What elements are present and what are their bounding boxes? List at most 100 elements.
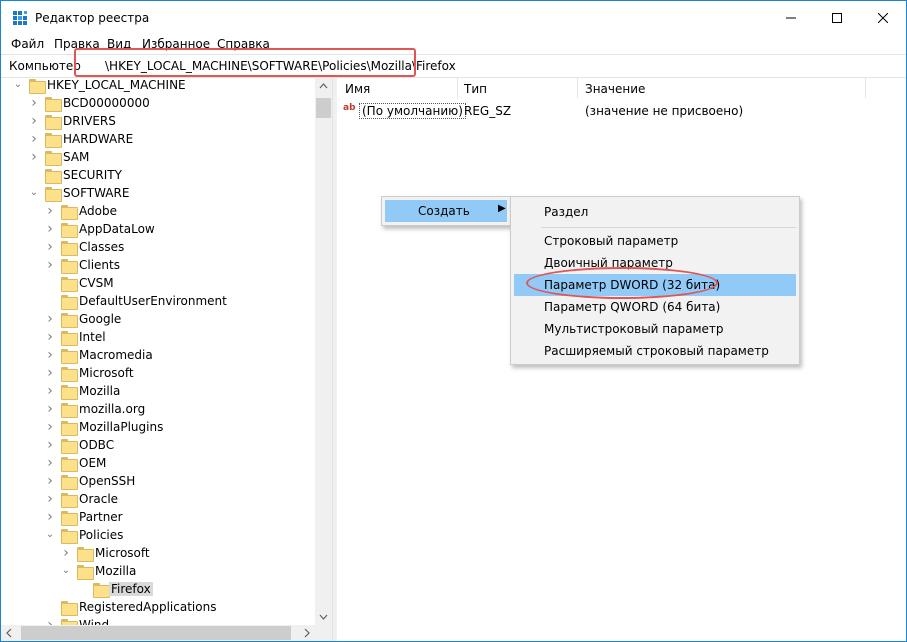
folder-icon bbox=[61, 420, 78, 436]
expand-closed-icon[interactable]: › bbox=[45, 438, 55, 452]
expand-closed-icon[interactable]: › bbox=[45, 348, 55, 362]
scroll-left-icon[interactable] bbox=[1, 625, 18, 641]
column-type[interactable]: Тип bbox=[464, 82, 487, 96]
menu-item-multi-string-value[interactable]: Мультистроковый параметр bbox=[514, 318, 796, 340]
folder-icon bbox=[61, 510, 78, 526]
tree-item-label: ODBC bbox=[79, 438, 115, 452]
menu-item-key[interactable]: Раздел bbox=[514, 201, 796, 223]
folder-icon bbox=[61, 438, 78, 454]
expand-closed-icon[interactable]: › bbox=[29, 114, 39, 128]
expand-open-icon[interactable]: ⌄ bbox=[61, 565, 71, 577]
menu-item-expandable-string-value[interactable]: Расширяемый строковый параметр bbox=[514, 340, 796, 362]
expand-closed-icon[interactable]: › bbox=[45, 222, 55, 236]
context-menu: Создать ▶ bbox=[381, 196, 511, 226]
minimize-button[interactable] bbox=[768, 1, 814, 35]
column-value[interactable]: Значение bbox=[585, 82, 645, 96]
menu-item-create[interactable]: Создать ▶ bbox=[385, 200, 507, 222]
value-data: (значение не присвоено) bbox=[585, 104, 744, 118]
expand-closed-icon[interactable]: › bbox=[45, 474, 55, 488]
tree-item-label: mozilla.org bbox=[79, 402, 146, 416]
expand-closed-icon[interactable]: › bbox=[29, 96, 39, 110]
tree-item-label: Classes bbox=[79, 240, 125, 254]
expand-closed-icon[interactable]: › bbox=[61, 546, 71, 560]
address-highlight-annotation bbox=[74, 48, 416, 77]
tree-item-label: OEM bbox=[79, 456, 107, 470]
tree-hscroll-thumb[interactable] bbox=[21, 626, 291, 640]
tree-item-label: SOFTWARE bbox=[63, 186, 130, 200]
tree-horizontal-scrollbar[interactable] bbox=[1, 625, 332, 641]
value-type: REG_SZ bbox=[464, 104, 512, 118]
registry-tree[interactable]: ⌄ HKEY_LOCAL_MACHINE › BCD00000000 › DRIVERS ›… bbox=[1, 78, 332, 641]
folder-icon bbox=[61, 222, 78, 238]
tree-item-label: DRIVERS bbox=[63, 114, 116, 128]
tree-item-label: Microsoft bbox=[95, 546, 150, 560]
column-name[interactable]: Имя bbox=[345, 82, 370, 96]
folder-icon bbox=[61, 258, 78, 274]
scroll-right-icon[interactable] bbox=[298, 625, 315, 641]
menu-file[interactable]: Файл bbox=[11, 37, 44, 51]
title-bar: Редактор реестра bbox=[1, 1, 906, 35]
expand-open-icon[interactable]: ⌄ bbox=[13, 79, 23, 91]
expand-closed-icon[interactable]: › bbox=[45, 366, 55, 380]
folder-icon bbox=[61, 528, 78, 544]
tree-item-label: Clients bbox=[79, 258, 120, 272]
tree-item-label: Macromedia bbox=[79, 348, 153, 362]
folder-icon bbox=[61, 204, 78, 220]
folder-icon bbox=[61, 456, 78, 472]
tree-item-label: SAM bbox=[63, 150, 90, 164]
tree-item-label: OpenSSH bbox=[79, 474, 136, 488]
folder-icon bbox=[77, 546, 94, 562]
scroll-down-icon[interactable] bbox=[315, 608, 332, 625]
tree-item-label: AppDataLow bbox=[79, 222, 155, 236]
expand-closed-icon[interactable]: › bbox=[45, 240, 55, 254]
menu-item-create-label: Создать bbox=[418, 204, 470, 218]
scroll-up-icon[interactable] bbox=[315, 78, 332, 95]
expand-closed-icon[interactable]: › bbox=[45, 204, 55, 218]
expand-closed-icon[interactable]: › bbox=[45, 402, 55, 416]
tree-item-label: BCD00000000 bbox=[63, 96, 150, 110]
tree-item-label: Intel bbox=[79, 330, 106, 344]
folder-icon bbox=[45, 114, 62, 130]
folder-icon bbox=[45, 96, 62, 112]
expand-closed-icon[interactable]: › bbox=[45, 510, 55, 524]
column-divider[interactable] bbox=[457, 78, 458, 98]
column-divider[interactable] bbox=[865, 78, 866, 98]
folder-icon bbox=[61, 312, 78, 328]
dword-highlight-annotation bbox=[526, 267, 718, 299]
tree-scroll-thumb[interactable] bbox=[316, 98, 331, 118]
expand-closed-icon[interactable]: › bbox=[29, 150, 39, 164]
expand-closed-icon[interactable]: › bbox=[45, 258, 55, 272]
address-label: Компьютер bbox=[9, 59, 81, 73]
maximize-button[interactable] bbox=[814, 1, 860, 35]
folder-icon bbox=[45, 186, 62, 202]
expand-closed-icon[interactable]: › bbox=[45, 330, 55, 344]
folder-icon bbox=[61, 294, 78, 310]
folder-icon bbox=[61, 600, 78, 616]
value-name[interactable]: (По умолчанию) bbox=[359, 103, 466, 119]
tree-item-label: Policies bbox=[79, 528, 124, 542]
expand-open-icon[interactable]: ⌄ bbox=[29, 187, 39, 199]
expand-closed-icon[interactable]: › bbox=[45, 456, 55, 470]
window-title: Редактор реестра bbox=[35, 11, 150, 25]
folder-icon bbox=[61, 492, 78, 508]
expand-closed-icon[interactable]: › bbox=[45, 420, 55, 434]
menu-item-string-value[interactable]: Строковый параметр bbox=[514, 230, 796, 252]
folder-icon bbox=[61, 276, 78, 292]
folder-icon bbox=[61, 348, 78, 364]
tree-item-label: Mozilla bbox=[95, 564, 137, 578]
tree-item-label: Google bbox=[79, 312, 122, 326]
expand-closed-icon[interactable]: › bbox=[45, 492, 55, 506]
expand-closed-icon[interactable]: › bbox=[45, 384, 55, 398]
folder-icon bbox=[45, 132, 62, 148]
expand-closed-icon[interactable]: › bbox=[45, 312, 55, 326]
expand-open-icon[interactable]: ⌄ bbox=[45, 529, 55, 541]
tree-item-label: Oracle bbox=[79, 492, 119, 506]
close-button[interactable] bbox=[860, 1, 906, 35]
expand-closed-icon[interactable]: › bbox=[29, 132, 39, 146]
tree-item-label: RegisteredApplications bbox=[79, 600, 217, 614]
menu-item-qword-value[interactable]: Параметр QWORD (64 бита) bbox=[514, 296, 796, 318]
column-divider[interactable] bbox=[577, 78, 578, 98]
folder-icon bbox=[93, 582, 110, 598]
tree-vertical-scrollbar[interactable] bbox=[315, 78, 332, 625]
tree-item-label: Microsoft bbox=[79, 366, 134, 380]
